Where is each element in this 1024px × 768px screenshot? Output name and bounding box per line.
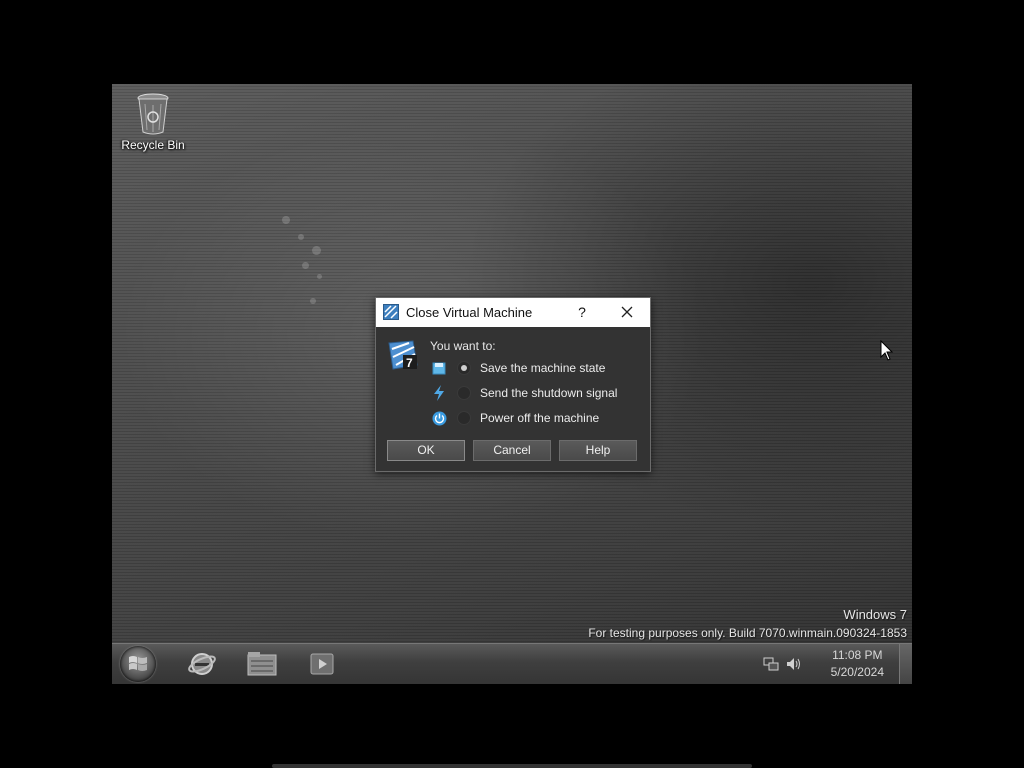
watermark-build-text: For testing purposes only. Build 7070.wi… <box>588 626 907 640</box>
mouse-cursor-icon <box>880 340 894 361</box>
cancel-button[interactable]: Cancel <box>473 440 551 461</box>
windows-explorer-icon <box>247 652 277 676</box>
option-power-off[interactable]: Power off the machine <box>430 408 599 428</box>
virtualbox-app-icon <box>383 304 399 320</box>
help-button[interactable]: Help <box>559 440 637 461</box>
start-button[interactable] <box>120 646 156 682</box>
clock-date: 5/20/2024 <box>830 665 884 679</box>
dialog-titlebar[interactable]: Close Virtual Machine ? <box>376 298 650 327</box>
dialog-prompt: You want to: <box>430 339 496 353</box>
build-watermark: Windows 7 For testing purposes only. Bui… <box>588 606 907 642</box>
save-state-icon <box>430 359 448 377</box>
internet-explorer-taskbar-button[interactable] <box>180 646 224 682</box>
shutdown-signal-icon <box>430 384 448 402</box>
show-desktop-button[interactable] <box>899 644 912 684</box>
media-player-icon <box>310 653 334 675</box>
watermark-os-name: Windows 7 <box>843 607 907 622</box>
recycle-bin-shortcut[interactable]: Recycle Bin <box>116 90 190 152</box>
taskbar-clock[interactable]: 11:08 PM 5/20/2024 <box>831 647 884 681</box>
volume-icon[interactable] <box>785 656 803 672</box>
power-off-icon <box>430 409 448 427</box>
radio-shutdown-signal[interactable] <box>457 386 471 400</box>
svg-text:7: 7 <box>406 356 413 370</box>
clock-time: 11:08 PM <box>832 648 883 662</box>
option-shutdown-signal-label: Send the shutdown signal <box>480 386 618 400</box>
radio-save-state[interactable] <box>457 361 471 375</box>
recycle-bin-icon <box>137 93 169 135</box>
vm-os-icon: 7 <box>388 340 418 370</box>
network-icon[interactable] <box>763 656 779 672</box>
option-shutdown-signal[interactable]: Send the shutdown signal <box>430 383 617 403</box>
option-save-state[interactable]: Save the machine state <box>430 358 605 378</box>
radio-power-off[interactable] <box>457 411 471 425</box>
titlebar-close-button[interactable] <box>614 301 640 323</box>
dialog-body: 7 You want to: Save the machine state Se… <box>376 327 650 471</box>
titlebar-help-button[interactable]: ? <box>570 301 594 323</box>
ok-button[interactable]: OK <box>387 440 465 461</box>
dialog-title: Close Virtual Machine <box>406 305 533 320</box>
host-window-scrollbar[interactable] <box>272 764 752 768</box>
option-save-state-label: Save the machine state <box>480 361 606 375</box>
close-vm-dialog: Close Virtual Machine ? 7 You want to: S… <box>375 297 651 472</box>
recycle-bin-label: Recycle Bin <box>121 138 185 152</box>
internet-explorer-icon <box>188 653 216 675</box>
taskbar: 11:08 PM 5/20/2024 <box>112 643 912 684</box>
system-tray: 11:08 PM 5/20/2024 <box>763 644 884 684</box>
close-icon <box>621 306 633 318</box>
windows-logo-icon <box>129 656 147 671</box>
windows-explorer-taskbar-button[interactable] <box>240 646 284 682</box>
media-player-taskbar-button[interactable] <box>300 646 344 682</box>
option-power-off-label: Power off the machine <box>480 411 600 425</box>
